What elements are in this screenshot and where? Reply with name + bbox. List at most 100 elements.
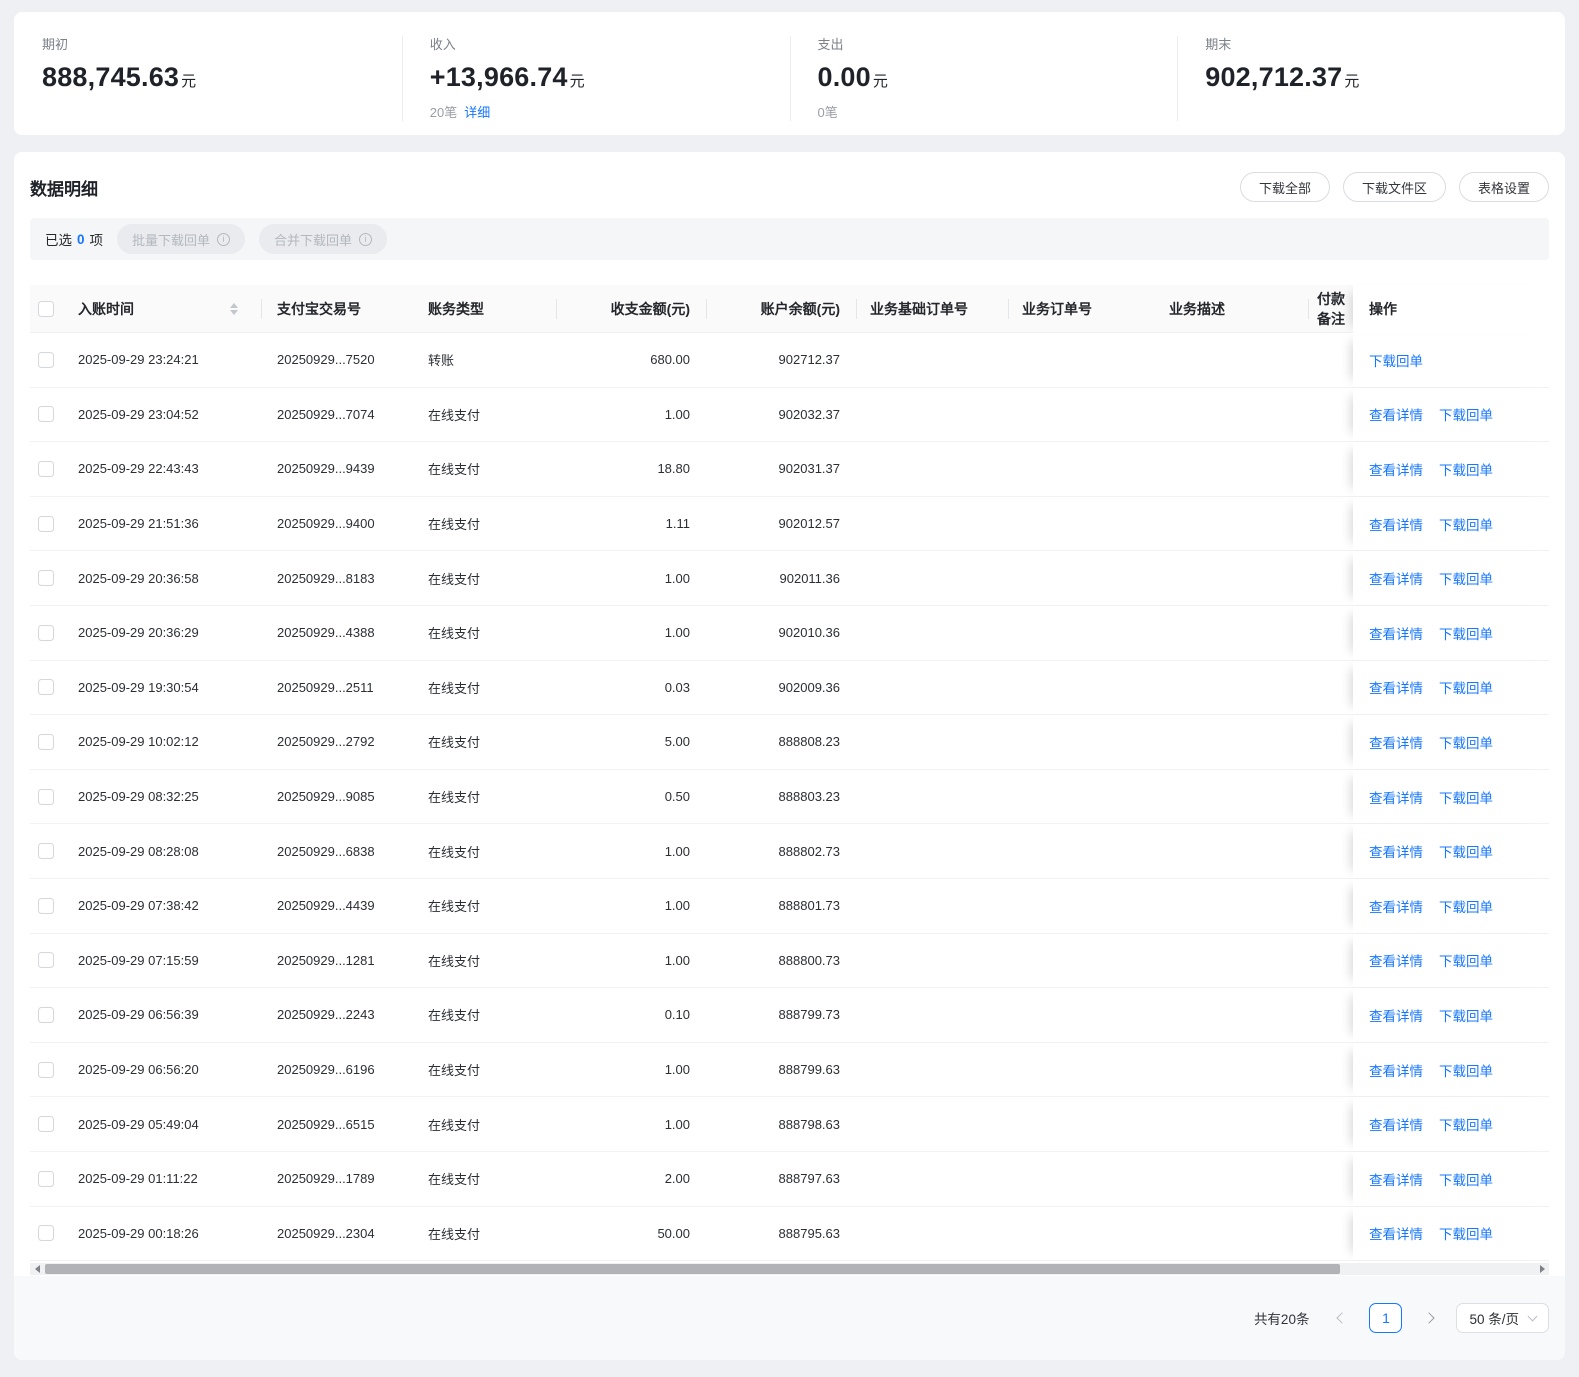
view-detail-link[interactable]: 查看详情 — [1369, 459, 1423, 479]
scroll-left-arrow-icon[interactable] — [32, 1264, 42, 1274]
view-detail-link[interactable]: 查看详情 — [1369, 1114, 1423, 1134]
download-receipt-link[interactable]: 下载回单 — [1439, 623, 1493, 643]
col-label-time: 入账时间 — [78, 300, 134, 317]
batch-download-button[interactable]: 批量下载回单 i — [117, 224, 246, 254]
row-checkbox[interactable] — [38, 1170, 54, 1187]
prev-page-button[interactable] — [1329, 1304, 1355, 1332]
cell-account-type: 在线支付 — [428, 790, 481, 806]
view-detail-link[interactable]: 查看详情 — [1369, 1223, 1423, 1243]
row-checkbox[interactable] — [38, 679, 54, 696]
caret-down-icon — [230, 309, 238, 315]
stat-amount: 902,712.37 — [1205, 62, 1343, 92]
view-detail-link[interactable]: 查看详情 — [1369, 787, 1423, 807]
download-receipt-link[interactable]: 下载回单 — [1439, 568, 1493, 588]
download-receipt-link[interactable]: 下载回单 — [1439, 732, 1493, 752]
download-receipt-link[interactable]: 下载回单 — [1369, 350, 1423, 370]
row-checkbox[interactable] — [38, 788, 54, 805]
download-all-button[interactable]: 下载全部 — [1239, 172, 1330, 202]
row-checkbox[interactable] — [38, 570, 54, 587]
cell-account-type: 在线支付 — [428, 462, 481, 478]
cell-description — [1156, 988, 1309, 1042]
merge-download-button[interactable]: 合并下载回单 i — [259, 224, 388, 254]
download-receipt-link[interactable]: 下载回单 — [1439, 459, 1493, 479]
view-detail-link[interactable]: 查看详情 — [1369, 950, 1423, 970]
row-checkbox[interactable] — [38, 406, 54, 423]
cell-payer-note — [1309, 388, 1353, 442]
cell-time: 2025-09-29 23:24:21 — [78, 352, 199, 368]
stat-amount: 888,745.63 — [42, 62, 180, 92]
view-detail-link[interactable]: 查看详情 — [1369, 568, 1423, 588]
download-receipt-link[interactable]: 下载回单 — [1439, 404, 1493, 424]
view-detail-link[interactable]: 查看详情 — [1369, 677, 1423, 697]
download-receipt-link[interactable]: 下载回单 — [1439, 950, 1493, 970]
cell-time: 2025-09-29 20:36:29 — [78, 625, 199, 641]
scrollbar-thumb[interactable] — [45, 1264, 1340, 1275]
stat-subline: 20笔 详细 — [430, 102, 790, 121]
row-checkbox[interactable] — [38, 351, 54, 368]
download-receipt-link[interactable]: 下载回单 — [1439, 1060, 1493, 1080]
cell-order — [1009, 988, 1156, 1042]
cell-balance: 888795.63 — [778, 1225, 840, 1241]
row-checkbox[interactable] — [38, 843, 54, 860]
view-detail-link[interactable]: 查看详情 — [1369, 732, 1423, 752]
section-title: 数据明细 — [30, 179, 98, 199]
select-all-checkbox[interactable] — [38, 300, 54, 317]
row-checkbox[interactable] — [38, 733, 54, 750]
data-detail-card: 数据明细 下载全部 下载文件区 表格设置 已选 0 项 批量下载回单 i 合并下… — [14, 152, 1565, 1360]
table-settings-button[interactable]: 表格设置 — [1458, 172, 1549, 202]
view-detail-link[interactable]: 查看详情 — [1369, 1005, 1423, 1025]
cell-transaction-id: 20250929...1281 — [277, 952, 375, 968]
cell-actions: 查看详情 下载回单 — [1353, 605, 1549, 660]
row-checkbox[interactable] — [38, 897, 54, 914]
cell-base-order — [857, 879, 1009, 933]
row-checkbox[interactable] — [38, 515, 54, 532]
col-header-time[interactable]: 入账时间 — [78, 285, 262, 332]
cell-actions: 查看详情 下载回单 — [1353, 551, 1549, 605]
sort-icon[interactable] — [230, 302, 238, 315]
cell-order — [1009, 442, 1156, 496]
cell-payer-note — [1309, 1097, 1353, 1151]
cell-balance: 888801.73 — [778, 898, 840, 914]
download-receipt-link[interactable]: 下载回单 — [1439, 1169, 1493, 1189]
col-header-amount: 收支金额(元) — [557, 285, 707, 332]
table-row: 2025-09-29 07:15:59 20250929...1281 在线支付 1.… — [30, 933, 1549, 989]
next-page-button[interactable] — [1416, 1304, 1442, 1332]
download-receipt-link[interactable]: 下载回单 — [1439, 514, 1493, 534]
row-checkbox[interactable] — [38, 1061, 54, 1078]
scroll-right-arrow-icon[interactable] — [1537, 1264, 1547, 1274]
download-receipt-link[interactable]: 下载回单 — [1439, 677, 1493, 697]
row-checkbox[interactable] — [38, 1006, 54, 1023]
download-receipt-link[interactable]: 下载回单 — [1439, 1114, 1493, 1134]
view-detail-link[interactable]: 查看详情 — [1369, 404, 1423, 424]
download-receipt-link[interactable]: 下载回单 — [1439, 1005, 1493, 1025]
download-filezone-button[interactable]: 下载文件区 — [1342, 172, 1446, 202]
cell-amount: 0.10 — [664, 1007, 690, 1023]
view-detail-link[interactable]: 查看详情 — [1369, 1169, 1423, 1189]
download-receipt-link[interactable]: 下载回单 — [1439, 787, 1493, 807]
table-row: 2025-09-29 07:38:42 20250929...4439 在线支付 1.… — [30, 878, 1549, 934]
card-header: 数据明细 下载全部 下载文件区 表格设置 — [30, 152, 1549, 202]
cell-account-type: 在线支付 — [428, 1172, 481, 1188]
page-number-button[interactable]: 1 — [1369, 1303, 1403, 1333]
download-receipt-link[interactable]: 下载回单 — [1439, 896, 1493, 916]
view-detail-link[interactable]: 查看详情 — [1369, 514, 1423, 534]
row-checkbox[interactable] — [38, 460, 54, 477]
view-detail-link[interactable]: 查看详情 — [1369, 841, 1423, 861]
row-checkbox[interactable] — [38, 1116, 54, 1133]
view-detail-link[interactable]: 查看详情 — [1369, 1060, 1423, 1080]
stat-unit: 元 — [569, 73, 585, 90]
row-checkbox[interactable] — [38, 1225, 54, 1242]
view-detail-link[interactable]: 查看详情 — [1369, 896, 1423, 916]
download-receipt-link[interactable]: 下载回单 — [1439, 841, 1493, 861]
income-detail-link[interactable]: 详细 — [464, 105, 490, 120]
horizontal-scrollbar[interactable] — [30, 1263, 1549, 1276]
cell-base-order — [857, 934, 1009, 988]
row-checkbox[interactable] — [38, 624, 54, 641]
stat-amount: +13,966.74 — [429, 62, 568, 92]
view-detail-link[interactable]: 查看详情 — [1369, 623, 1423, 643]
cell-time: 2025-09-29 10:02:12 — [78, 734, 199, 750]
cell-description — [1156, 1152, 1309, 1206]
page-size-select[interactable]: 50 条/页 — [1456, 1303, 1549, 1333]
download-receipt-link[interactable]: 下载回单 — [1439, 1223, 1493, 1243]
row-checkbox[interactable] — [38, 952, 54, 969]
